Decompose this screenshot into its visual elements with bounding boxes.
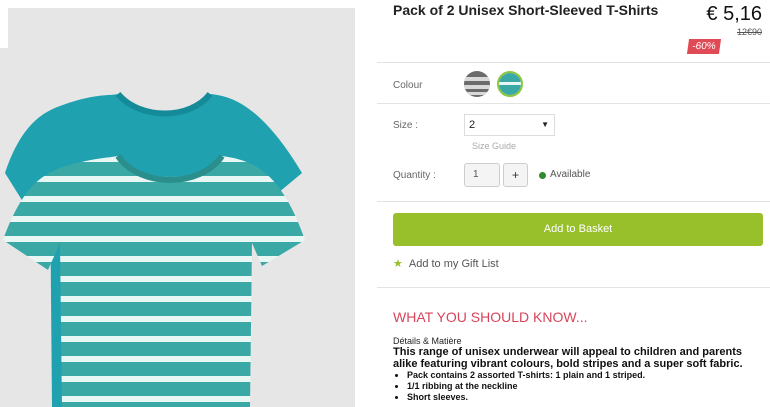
list-item: 1/1 ribbing at the neckline <box>407 381 645 392</box>
add-to-gift-list-link[interactable]: ★ Add to my Gift List <box>393 257 499 270</box>
availability-dot-icon <box>539 172 546 179</box>
quantity-increase-button[interactable]: + <box>503 163 528 187</box>
info-heading: WHAT YOU SHOULD KNOW... <box>393 309 588 325</box>
divider <box>377 287 770 288</box>
gift-list-label: Add to my Gift List <box>408 258 499 270</box>
divider <box>377 103 770 104</box>
gallery-tab <box>0 8 8 48</box>
tshirt-illustration <box>3 91 305 407</box>
product-title: Pack of 2 Unisex Short-Sleeved T-Shirts <box>393 2 659 18</box>
discount-badge: -60% <box>686 39 722 54</box>
quantity-label: Quantity : <box>393 170 436 181</box>
color-swatch-turquoise[interactable] <box>497 71 523 97</box>
feature-list: Pack contains 2 assorted T-shirts: 1 pla… <box>393 370 645 403</box>
divider <box>377 62 770 63</box>
star-icon: ★ <box>393 258 403 270</box>
product-description: This range of unisex underwear will appe… <box>393 346 743 370</box>
quantity-input[interactable]: 1 <box>464 163 500 187</box>
old-price: 12€90 <box>736 27 762 37</box>
size-value: 2 <box>469 119 476 131</box>
add-to-basket-button[interactable]: Add to Basket <box>393 213 763 246</box>
color-swatch-grey-stripe[interactable] <box>464 71 490 97</box>
product-panel: Pack of 2 Unisex Short-Sleeved T-Shirts … <box>377 0 770 407</box>
availability-status: Available <box>550 169 591 180</box>
colour-label: Colour <box>393 80 423 91</box>
product-image[interactable] <box>0 8 355 407</box>
size-select[interactable]: 2 ▼ <box>464 114 555 136</box>
current-price: € 5,16 <box>706 3 762 25</box>
details-subheading: Détails & Matière <box>393 336 462 346</box>
size-label: Size : <box>393 120 419 131</box>
list-item: Pack contains 2 assorted T-shirts: 1 pla… <box>407 370 645 381</box>
divider <box>377 201 770 202</box>
dropdown-arrow-icon: ▼ <box>541 120 549 129</box>
size-guide-link[interactable]: Size Guide <box>472 141 516 151</box>
list-item: Short sleeves. <box>407 392 645 403</box>
